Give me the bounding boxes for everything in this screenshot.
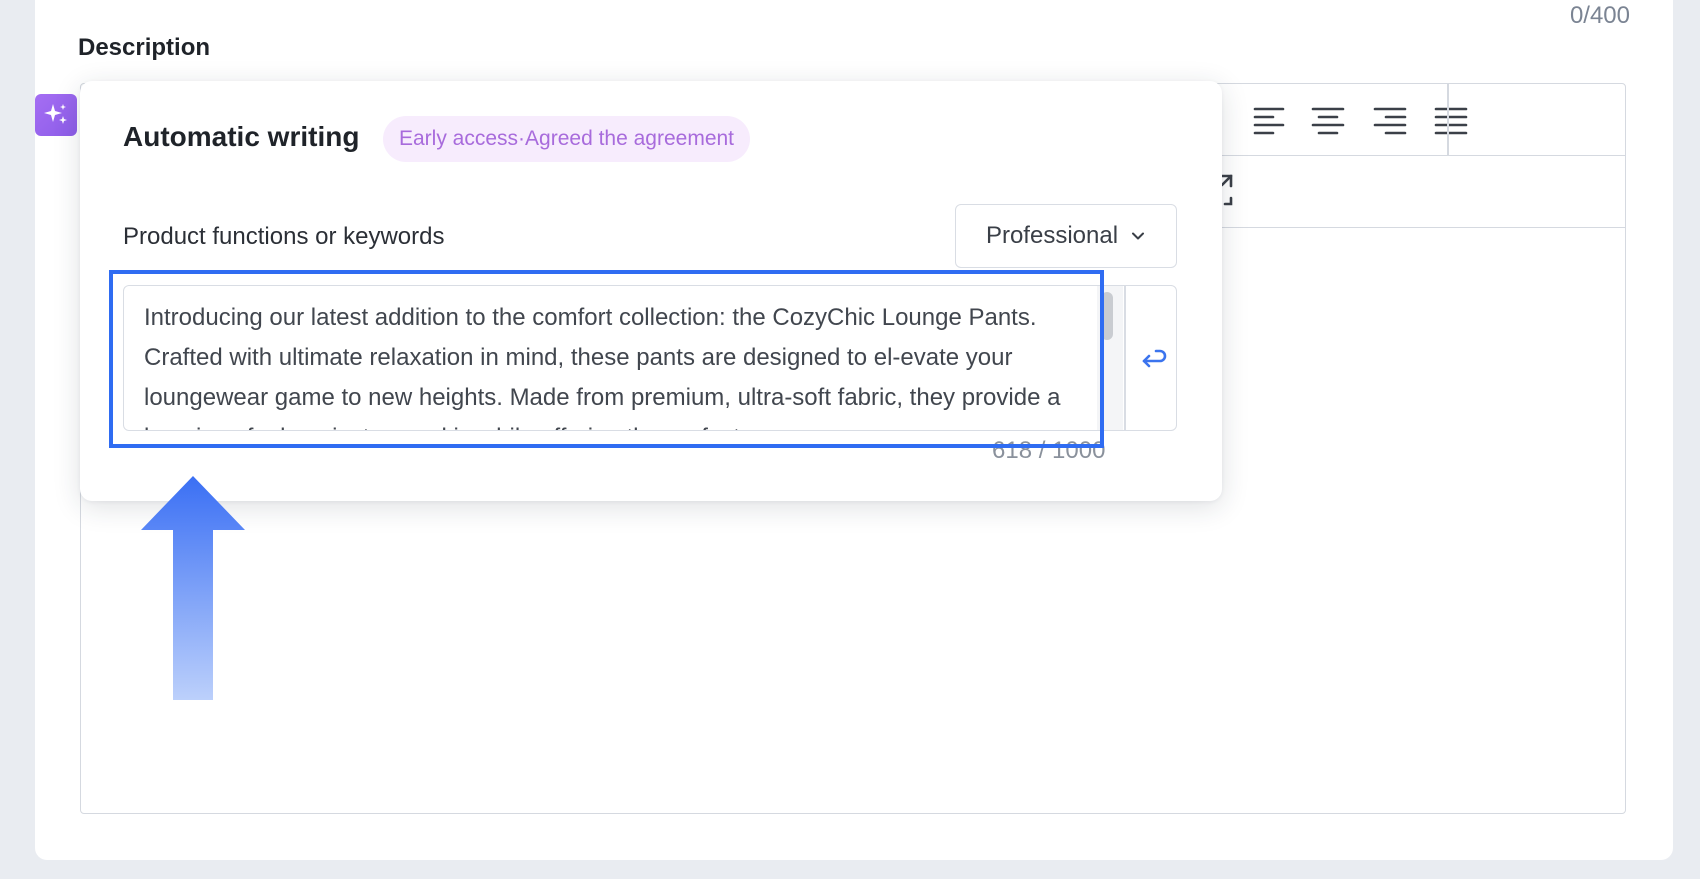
align-right-icon[interactable]	[1372, 102, 1408, 138]
keywords-text: Introducing our latest addition to the c…	[144, 304, 1061, 430]
char-count: 618 / 1000	[992, 437, 1106, 464]
keywords-label: Product functions or keywords	[123, 223, 445, 250]
scrollbar-thumb[interactable]	[1101, 292, 1113, 340]
enter-icon	[1142, 349, 1167, 368]
chevron-down-icon	[1132, 232, 1145, 240]
top-char-counter: 0/400	[1569, 2, 1630, 29]
toolbar-separator	[1447, 84, 1449, 155]
tone-select-value: Professional	[985, 222, 1119, 249]
tone-select[interactable]: Professional	[955, 204, 1177, 268]
early-access-tag: Early access·Agreed the agreement	[383, 116, 751, 162]
submit-button[interactable]	[1126, 286, 1176, 430]
automatic-writing-popover: Automatic writing Early access·Agreed th…	[80, 81, 1222, 501]
align-justify-icon[interactable]	[1433, 102, 1469, 138]
align-center-icon[interactable]	[1310, 102, 1346, 138]
keywords-textarea[interactable]: Introducing our latest addition to the c…	[123, 285, 1177, 431]
sparkle-icon	[44, 104, 67, 124]
ai-sparkle-button[interactable]	[35, 94, 77, 136]
popover-title: Automatic writing	[123, 121, 360, 152]
page: 0/400 Description Automatic writing Earl…	[0, 0, 1700, 879]
description-label: Description	[78, 34, 211, 61]
align-left-icon[interactable]	[1251, 102, 1287, 138]
